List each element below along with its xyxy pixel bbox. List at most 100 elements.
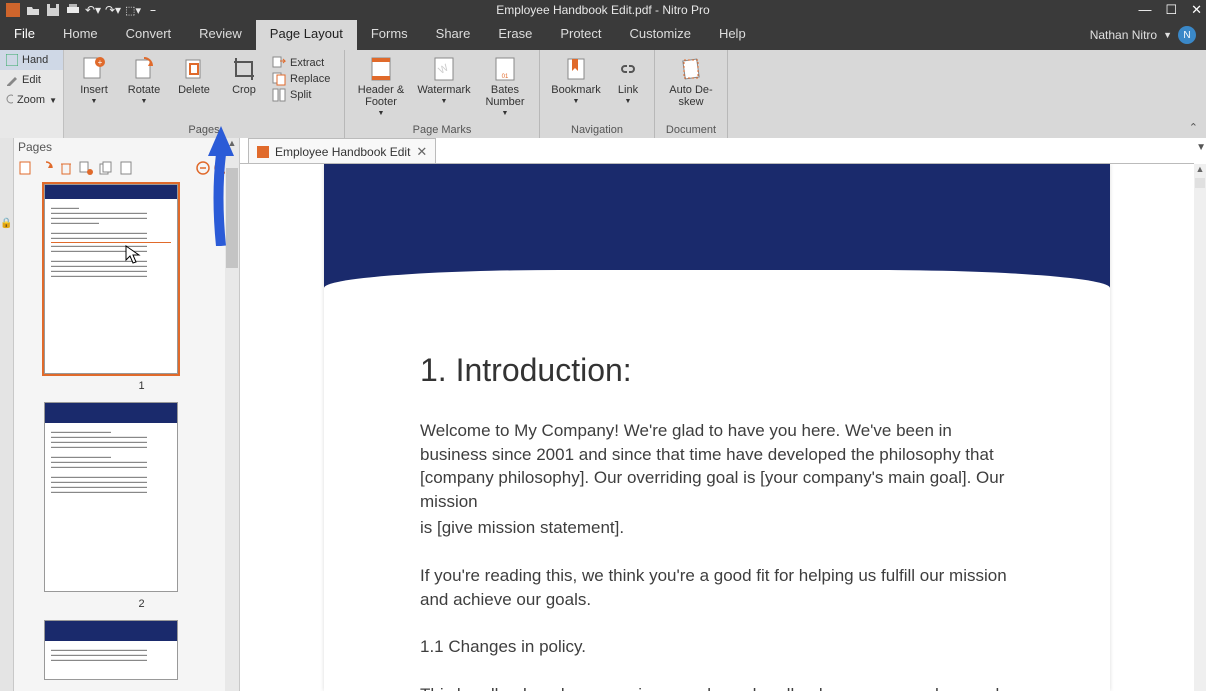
file-menu[interactable]: File bbox=[0, 20, 49, 50]
document-page: 1. Introduction: Welcome to My Company! … bbox=[324, 164, 1110, 691]
bookmark-icon bbox=[562, 56, 590, 82]
extract-icon bbox=[272, 56, 286, 70]
pages-panel-toolbar bbox=[0, 156, 239, 180]
user-name: Nathan Nitro bbox=[1090, 28, 1157, 42]
redo-icon[interactable]: ↷▾ bbox=[106, 3, 120, 17]
document-area: Employee Handbook Edit ✕ ▼ 1. Introducti… bbox=[240, 138, 1206, 691]
tab-share[interactable]: Share bbox=[422, 20, 485, 50]
open-icon[interactable] bbox=[26, 3, 40, 17]
tab-convert[interactable]: Convert bbox=[112, 20, 186, 50]
crop-icon bbox=[230, 56, 258, 82]
link-button[interactable]: Link▼ bbox=[608, 52, 648, 105]
window-title: Employee Handbook Edit.pdf - Nitro Pro bbox=[496, 3, 709, 17]
tab-help[interactable]: Help bbox=[705, 20, 760, 50]
tab-erase[interactable]: Erase bbox=[484, 20, 546, 50]
link-icon bbox=[614, 56, 642, 82]
thumb-zoom-out-icon[interactable] bbox=[195, 160, 211, 176]
thumbnail-page-2[interactable]: ▬▬▬▬▬▬▬▬▬▬▬▬▬▬▬▬▬▬▬▬▬▬▬▬▬▬▬▬▬▬▬▬▬▬▬▬▬▬▬▬… bbox=[44, 402, 178, 592]
cursor-icon bbox=[125, 245, 141, 265]
ribbon-group-pages: + Insert▼ Rotate▼ Delete Crop Extract Re… bbox=[64, 50, 345, 138]
bookmark-button[interactable]: Bookmark▼ bbox=[546, 52, 606, 105]
insert-page-icon: + bbox=[80, 56, 108, 82]
doc-heading: 1. Introduction: bbox=[420, 348, 1014, 393]
rotate-button[interactable]: Rotate▼ bbox=[120, 52, 168, 105]
thumb-copy-icon[interactable] bbox=[98, 160, 114, 176]
split-icon bbox=[272, 88, 286, 102]
tab-forms[interactable]: Forms bbox=[357, 20, 422, 50]
menu-bar: File Home Convert Review Page Layout For… bbox=[0, 20, 1206, 50]
edit-tool[interactable]: Edit bbox=[0, 70, 63, 90]
ribbon: Hand Edit Zoom▼ + Insert▼ Rotate▼ Delete… bbox=[0, 50, 1206, 138]
thumb-replace-icon[interactable] bbox=[118, 160, 134, 176]
pages-panel-title: Pages bbox=[0, 138, 239, 156]
tab-page-layout[interactable]: Page Layout bbox=[256, 20, 357, 50]
ribbon-group-document: Auto De-skew Document bbox=[655, 50, 728, 138]
pdf-file-icon bbox=[257, 146, 269, 158]
doc-subheading: 1.1 Changes in policy. bbox=[420, 635, 1014, 659]
tab-customize[interactable]: Customize bbox=[616, 20, 705, 50]
header-footer-icon bbox=[367, 56, 395, 82]
thumbnail-page-1[interactable]: ▬▬▬▬▬▬▬▬▬▬▬▬▬▬▬▬▬▬▬▬▬▬▬▬▬▬▬▬▬▬▬▬▬▬▬▬▬▬▬▬… bbox=[44, 184, 178, 374]
title-bar: ↶▾ ↷▾ ⬚▾ ⎯ Employee Handbook Edit.pdf - … bbox=[0, 0, 1206, 20]
watermark-icon: W bbox=[430, 56, 458, 82]
tool-mode-stack: Hand Edit Zoom▼ bbox=[0, 50, 64, 138]
crop-button[interactable]: Crop bbox=[220, 52, 268, 96]
split-button[interactable]: Split bbox=[272, 88, 336, 102]
tab-protect[interactable]: Protect bbox=[546, 20, 615, 50]
minimize-button[interactable]: — bbox=[1138, 2, 1151, 18]
watermark-button[interactable]: W Watermark▼ bbox=[413, 52, 475, 105]
thumb-rotate-icon[interactable] bbox=[38, 160, 54, 176]
ribbon-collapse-button[interactable]: ⌃ bbox=[1189, 121, 1198, 134]
group-label-pagemarks: Page Marks bbox=[413, 124, 472, 138]
app-icon bbox=[6, 3, 20, 17]
pages-panel-scrollbar[interactable]: ▲ bbox=[225, 138, 239, 691]
document-viewport[interactable]: 1. Introduction: Welcome to My Company! … bbox=[240, 164, 1194, 691]
thumb-delete-icon[interactable] bbox=[58, 160, 74, 176]
maximize-button[interactable]: ☐ bbox=[1165, 2, 1177, 18]
extract-button[interactable]: Extract bbox=[272, 56, 336, 70]
print-icon[interactable] bbox=[66, 3, 80, 17]
document-tab-label: Employee Handbook Edit bbox=[275, 145, 410, 159]
tab-dropdown-icon[interactable]: ▼ bbox=[1196, 142, 1206, 153]
save-icon[interactable] bbox=[46, 3, 60, 17]
thumbnail-page-3[interactable]: ▬▬▬▬▬▬▬▬▬▬▬▬▬▬▬▬▬▬▬▬▬▬▬▬▬▬▬▬▬▬▬▬▬▬▬▬▬▬▬▬… bbox=[44, 620, 178, 680]
thumb-extract-icon[interactable] bbox=[78, 160, 94, 176]
hand-tool[interactable]: Hand bbox=[0, 50, 63, 70]
tab-home[interactable]: Home bbox=[49, 20, 112, 50]
tab-close-button[interactable]: ✕ bbox=[416, 144, 427, 160]
select-icon[interactable]: ⬚▾ bbox=[126, 3, 140, 17]
qat-more-icon[interactable]: ⎯ bbox=[146, 3, 160, 17]
doc-paragraph: This handbook replaces previous employee… bbox=[420, 683, 1014, 691]
thumbnail-list: ▬▬▬▬▬▬▬▬▬▬▬▬▬▬▬▬▬▬▬▬▬▬▬▬▬▬▬▬▬▬▬▬▬▬▬▬▬▬▬▬… bbox=[0, 180, 239, 691]
header-footer-button[interactable]: Header & Footer▼ bbox=[351, 52, 411, 117]
deskew-icon bbox=[677, 56, 705, 82]
document-scrollbar[interactable]: ▲ bbox=[1194, 164, 1206, 691]
auto-deskew-button[interactable]: Auto De-skew bbox=[661, 52, 721, 108]
thumbnail-label-1: 1 bbox=[44, 380, 239, 392]
zoom-tool[interactable]: Zoom▼ bbox=[0, 90, 63, 110]
svg-text:+: + bbox=[98, 58, 103, 67]
svg-text:01: 01 bbox=[502, 74, 509, 80]
replace-icon bbox=[272, 72, 286, 86]
document-tab[interactable]: Employee Handbook Edit ✕ bbox=[248, 138, 436, 164]
undo-icon[interactable]: ↶▾ bbox=[86, 3, 100, 17]
ribbon-group-pagemarks: Header & Footer▼ W Watermark▼ 01 Bates N… bbox=[345, 50, 540, 138]
user-menu[interactable]: Nathan Nitro ▼ N bbox=[1090, 20, 1206, 50]
doc-paragraph: is [give mission statement]. bbox=[420, 516, 1014, 540]
thumbnail-label-2: 2 bbox=[44, 598, 239, 610]
group-label-document: Document bbox=[666, 124, 716, 138]
insert-button[interactable]: + Insert▼ bbox=[70, 52, 118, 105]
close-button[interactable]: ✕ bbox=[1191, 2, 1202, 18]
rotate-icon bbox=[130, 56, 158, 82]
group-label-pages: Pages bbox=[188, 124, 219, 138]
quick-access-toolbar: ↶▾ ↷▾ ⬚▾ ⎯ bbox=[0, 3, 160, 17]
delete-page-icon bbox=[180, 56, 208, 82]
tab-review[interactable]: Review bbox=[185, 20, 256, 50]
replace-button[interactable]: Replace bbox=[272, 72, 336, 86]
bates-number-button[interactable]: 01 Bates Number▼ bbox=[477, 52, 533, 117]
thumb-new-icon[interactable] bbox=[18, 160, 34, 176]
ribbon-group-navigation: Bookmark▼ Link▼ Navigation bbox=[540, 50, 655, 138]
delete-button[interactable]: Delete bbox=[170, 52, 218, 96]
group-label-navigation: Navigation bbox=[571, 124, 623, 138]
bates-icon: 01 bbox=[491, 56, 519, 82]
